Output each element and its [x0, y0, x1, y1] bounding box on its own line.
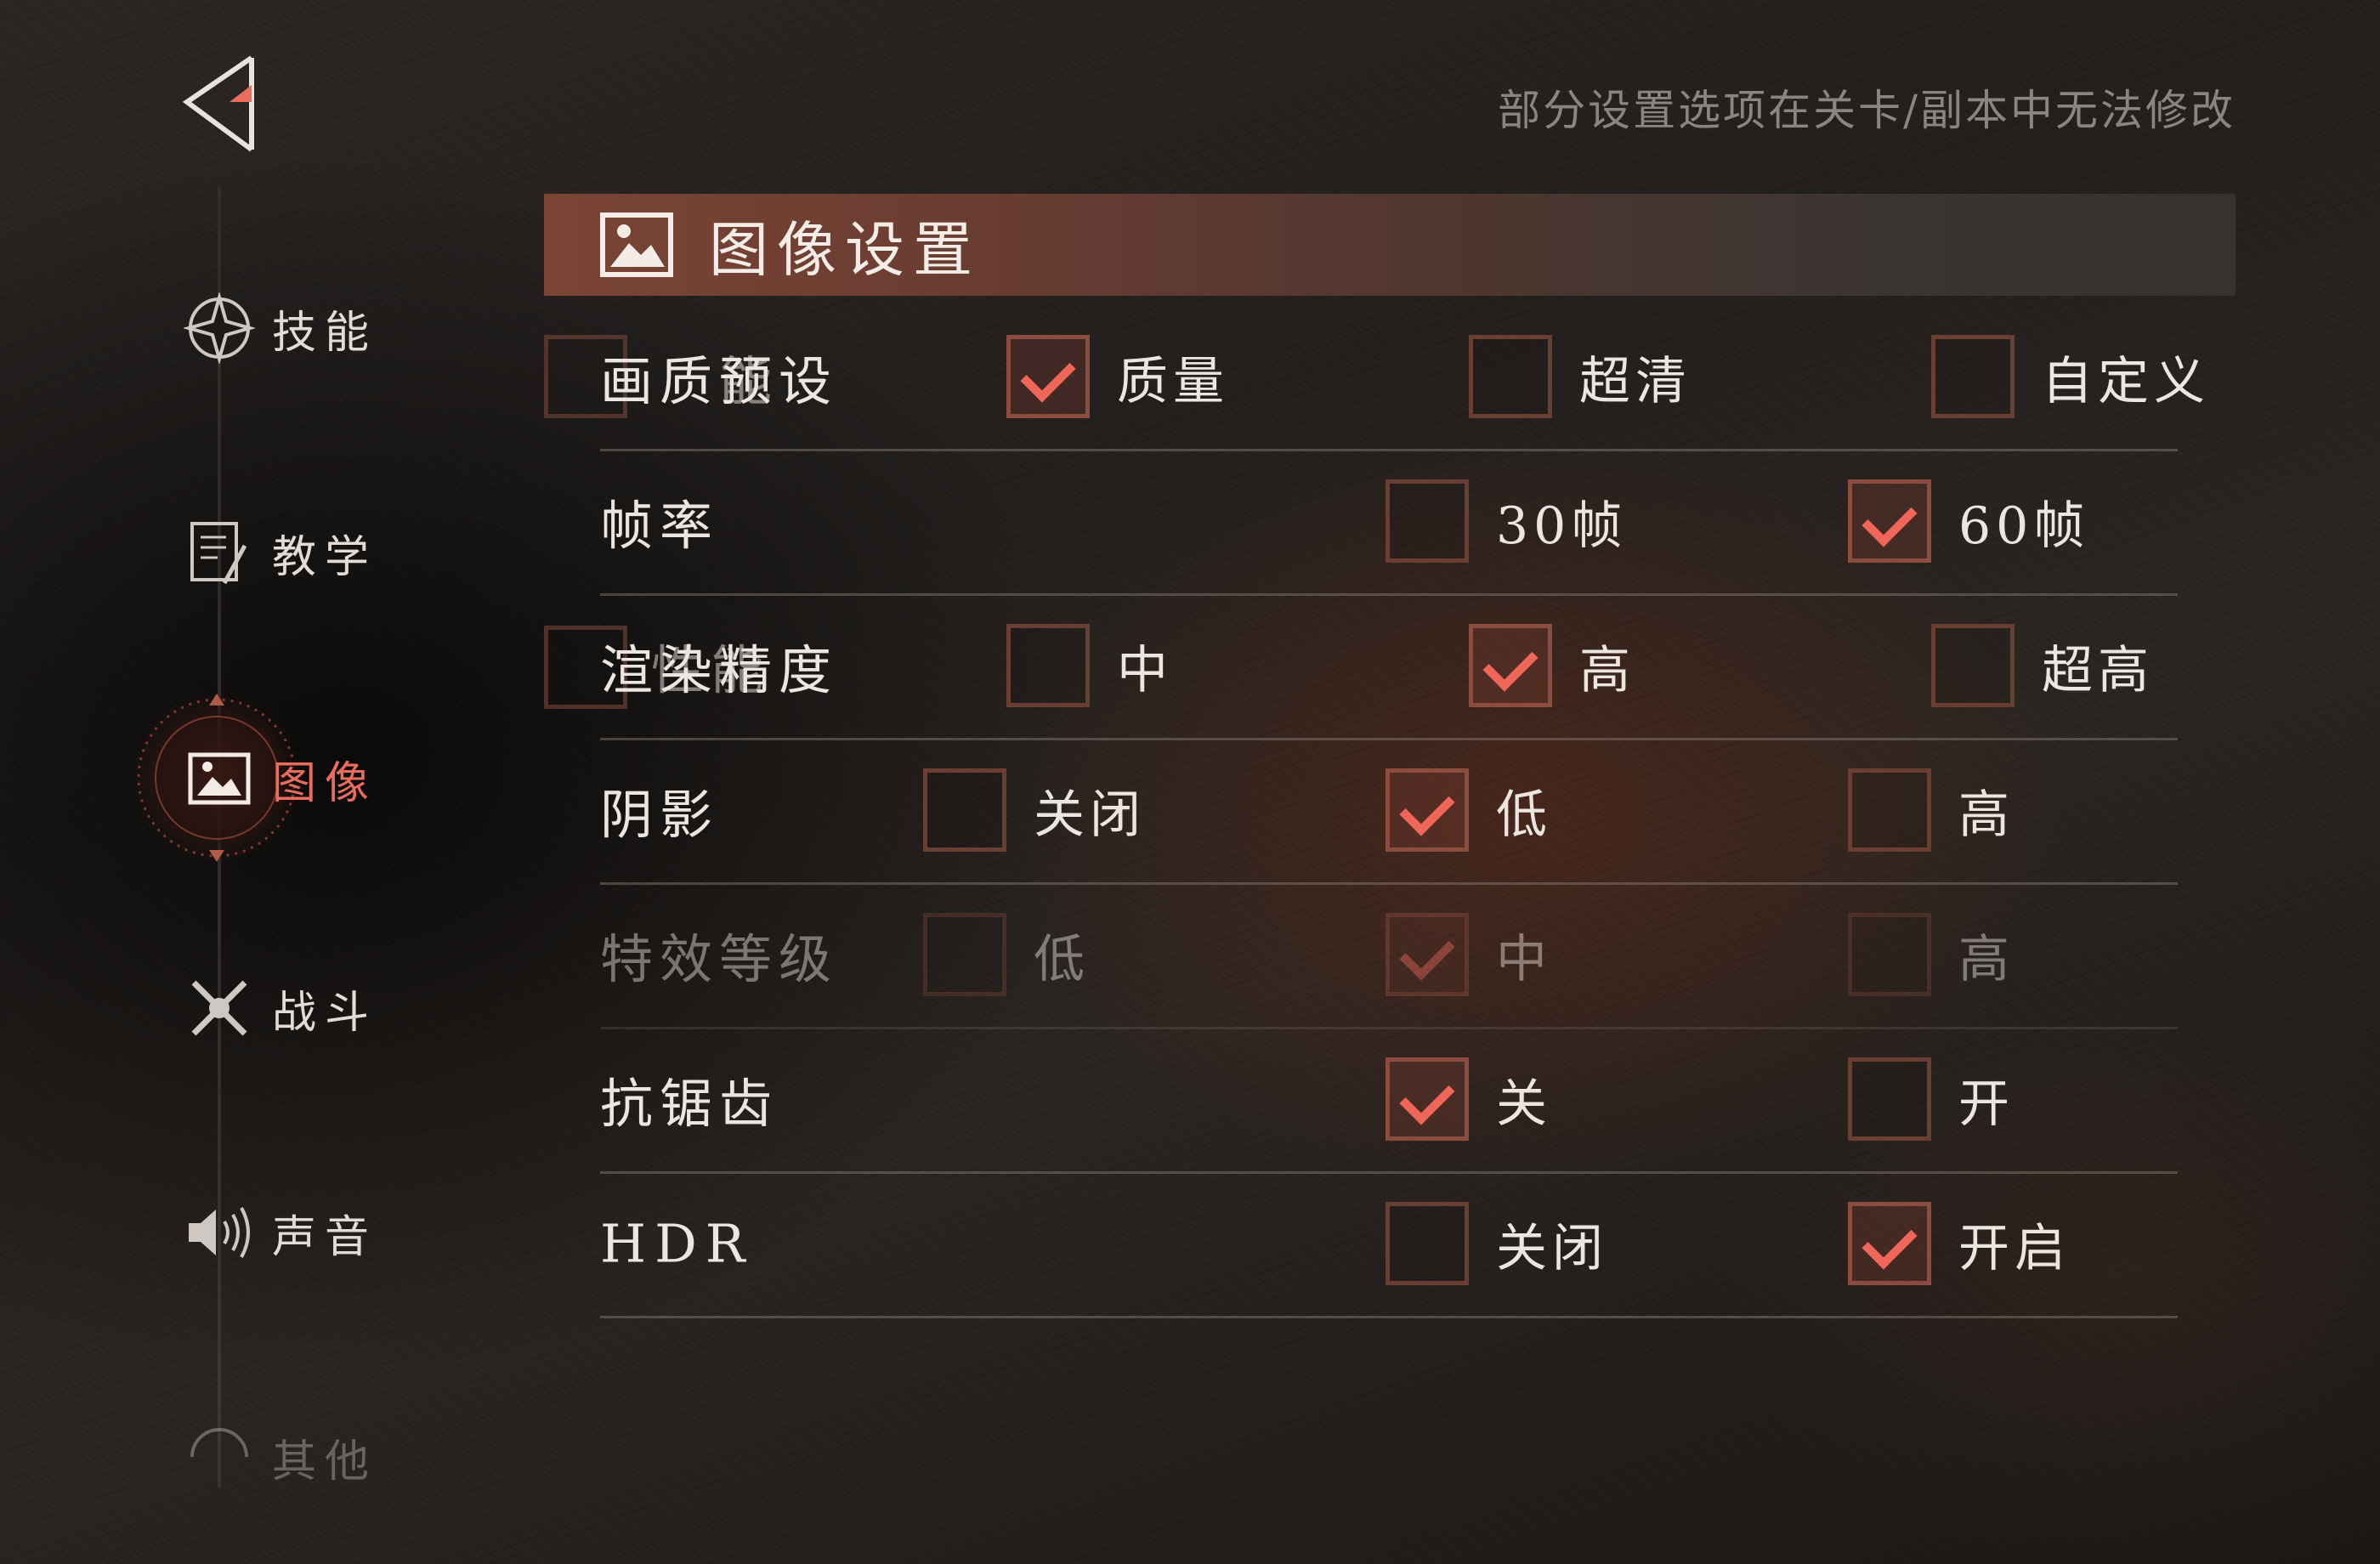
option-off[interactable]: 关: [1386, 1057, 1552, 1141]
option-label: 高: [1958, 785, 2014, 845]
setting-row-framerate: 帧率 30帧 60帧: [600, 449, 2178, 596]
option-high[interactable]: 高: [1848, 768, 2014, 852]
option-label: 低: [1034, 929, 1090, 989]
option-high[interactable]: 高: [1469, 624, 1635, 707]
image-icon: [600, 212, 673, 277]
checkbox[interactable]: [1386, 479, 1469, 563]
option-label: 低: [1496, 785, 1552, 845]
option-label: 质量: [1117, 351, 1229, 411]
option-label: 关闭: [1034, 785, 1146, 845]
setting-row-shadows: 阴影 关闭 低 高: [600, 738, 2178, 885]
checkbox[interactable]: [1848, 1202, 1931, 1285]
sidebar-item-skills[interactable]: 技能: [178, 286, 377, 371]
option-label: 超清: [1579, 351, 1692, 411]
option-label: 开: [1958, 1074, 2014, 1134]
checkbox[interactable]: [1469, 624, 1552, 707]
option-label: 关: [1496, 1074, 1552, 1134]
checkbox[interactable]: [1006, 335, 1090, 418]
option-label: 高: [1958, 929, 2014, 989]
option-60fps[interactable]: 60帧: [1848, 479, 2089, 563]
setting-row-anti-aliasing: 抗锯齿 关 开: [600, 1027, 2178, 1174]
option-label: 60帧: [1958, 496, 2090, 556]
option-label: 30帧: [1496, 496, 1628, 556]
settings-notice: 部分设置选项在关卡/副本中无法修改: [1498, 86, 2236, 135]
back-button[interactable]: [178, 53, 264, 155]
option-low[interactable]: 低: [1386, 768, 1552, 852]
option-off[interactable]: 关闭: [1386, 1202, 1608, 1285]
checkbox[interactable]: [1848, 1057, 1931, 1141]
checkbox[interactable]: [1931, 624, 2014, 707]
sidebar-item-label: 教学: [272, 531, 378, 583]
checkbox[interactable]: [1006, 624, 1090, 707]
back-arrow-icon: [182, 55, 254, 152]
option-on[interactable]: 开启: [1848, 1202, 2071, 1285]
checkbox[interactable]: [1848, 479, 1931, 563]
option-label: 中: [1496, 929, 1552, 989]
checkbox[interactable]: [1848, 768, 1931, 852]
option-off[interactable]: 关闭: [923, 768, 1146, 852]
sidebar-item-label: 图像: [272, 757, 378, 809]
sidebar-rail: [218, 187, 221, 1488]
option-label: 中: [1117, 640, 1173, 700]
section-title: 图像设置: [709, 214, 981, 285]
circle-icon: [178, 1416, 260, 1498]
option-30fps[interactable]: 30帧: [1386, 479, 1627, 563]
sidebar-item-label: 其他: [272, 1436, 378, 1488]
option-label: 开启: [1958, 1218, 2071, 1278]
checkbox[interactable]: [1386, 1057, 1469, 1141]
setting-label: 阴影: [600, 784, 720, 846]
checkbox[interactable]: [1469, 335, 1552, 418]
option-medium: 中: [1386, 913, 1552, 996]
sidebar-item-label: 战斗: [272, 987, 378, 1039]
option-quality[interactable]: 质量: [1006, 335, 1229, 418]
sidebar-item-tutorial[interactable]: 教学: [178, 510, 377, 595]
section-header: 图像设置: [544, 194, 2236, 296]
checkbox[interactable]: [1386, 768, 1469, 852]
sidebar-item-graphics[interactable]: 图像: [178, 736, 377, 821]
option-on[interactable]: 开: [1848, 1057, 2014, 1141]
compass-star-icon: [178, 287, 260, 369]
option-ultra-hd[interactable]: 超清: [1469, 335, 1692, 418]
option-label: 高: [1579, 640, 1635, 700]
crossed-swords-icon: [178, 967, 260, 1049]
option-medium[interactable]: 中: [1006, 624, 1173, 707]
option-label: 超高: [2042, 640, 2154, 700]
setting-label: 特效等级: [600, 928, 839, 990]
notebook-pen-icon: [178, 512, 260, 593]
checkbox: [923, 913, 1006, 996]
overlay-label: 质能: [660, 350, 779, 412]
option-low: 低: [923, 913, 1090, 996]
checkbox: [1848, 913, 1931, 996]
sidebar-item-combat[interactable]: 战斗: [178, 966, 377, 1051]
sidebar-item-other[interactable]: 其他: [178, 1414, 377, 1499]
option-custom[interactable]: 自定义: [1931, 335, 2210, 418]
sidebar-item-label: 声音: [272, 1211, 378, 1263]
overlay-label: 性能: [651, 639, 771, 701]
option-ultra-high[interactable]: 超高: [1931, 624, 2154, 707]
setting-row-hdr: HDR 关闭 开启: [600, 1171, 2178, 1318]
option-high: 高: [1848, 913, 2014, 996]
setting-label: HDR: [600, 1212, 754, 1275]
checkbox[interactable]: [923, 768, 1006, 852]
checkbox[interactable]: [1386, 1202, 1469, 1285]
setting-row-render-precision: 渲染精度 性能 中 高 超高: [600, 593, 2178, 740]
speaker-icon: [178, 1192, 260, 1273]
setting-row-effects-level: 特效等级 低 中 高: [600, 882, 2178, 1029]
setting-row-quality-preset: 画质预设 质能 质量 超清 自定义: [600, 304, 2205, 451]
checkbox: [1386, 913, 1469, 996]
image-icon: [178, 738, 260, 819]
option-label: 自定义: [2042, 351, 2210, 411]
setting-label: 抗锯齿: [600, 1073, 779, 1135]
checkbox[interactable]: [1931, 335, 2014, 418]
sidebar-item-sound[interactable]: 声音: [178, 1190, 377, 1275]
setting-label: 帧率: [600, 495, 720, 557]
option-label: 关闭: [1496, 1218, 1608, 1278]
sidebar-item-label: 技能: [272, 307, 378, 359]
